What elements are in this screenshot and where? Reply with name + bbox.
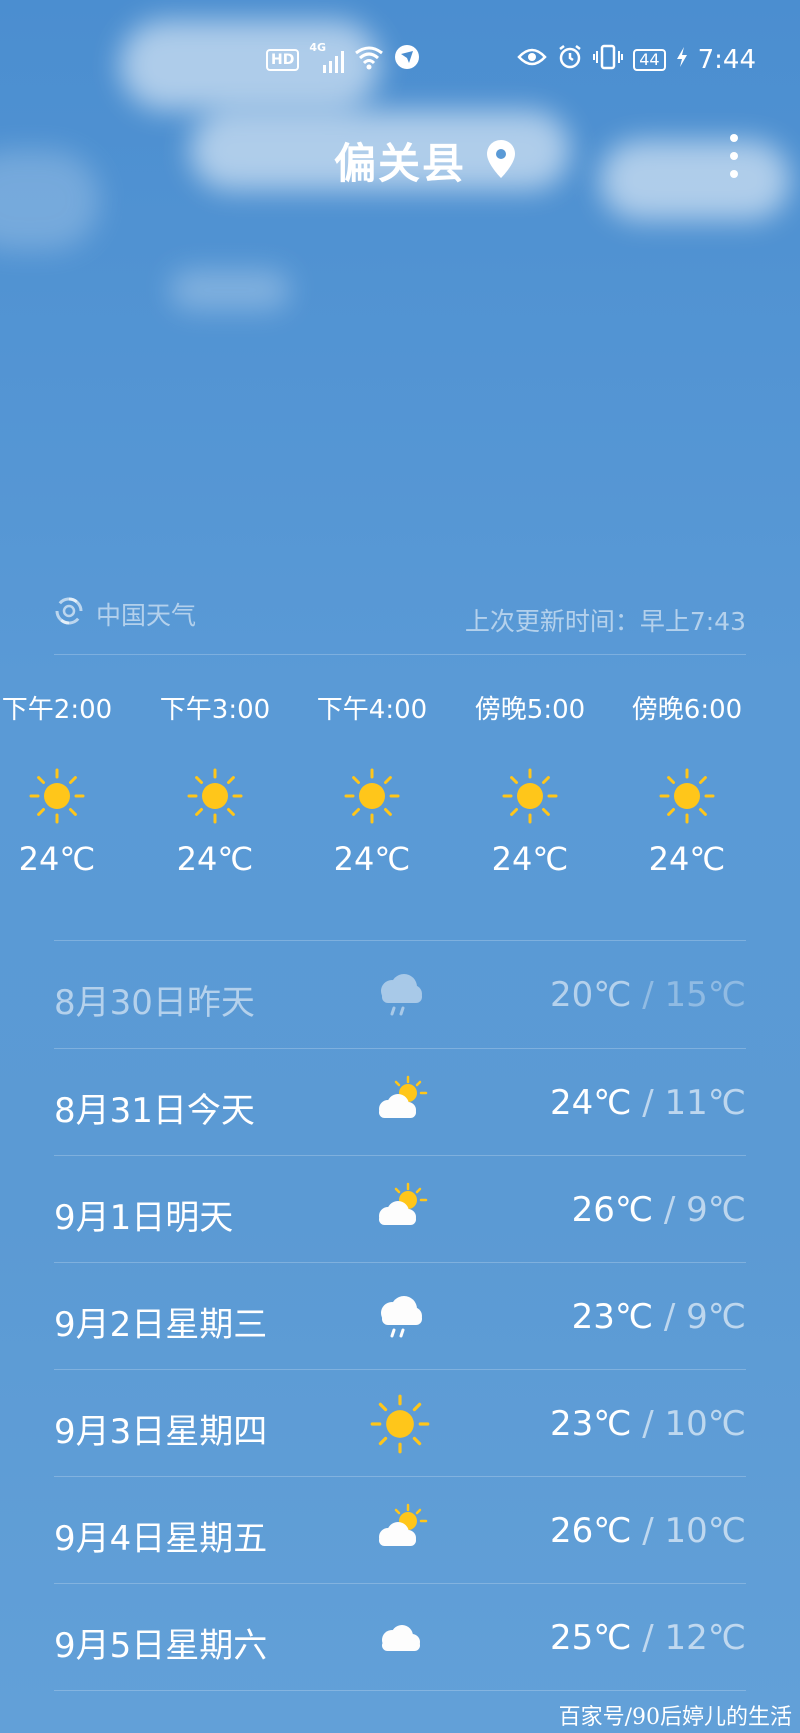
source-info: 中国天气 (54, 596, 196, 632)
hourly-time: 傍晚5:00 (474, 695, 586, 725)
day-low-temp: 10℃ (664, 1404, 746, 1444)
day-temp: 24℃ / 11℃ (550, 1083, 746, 1123)
day-low-temp: 12℃ (664, 1618, 746, 1658)
hourly-item: 傍晚5:00 24℃ (455, 690, 605, 878)
temp-separator: / (631, 1511, 665, 1551)
day-high-temp: 26℃ (571, 1190, 654, 1230)
day-low-temp: 11℃ (664, 1083, 746, 1123)
day-low-temp: 9℃ (686, 1297, 746, 1337)
day-label: 9月1日明天 (54, 1198, 234, 1238)
rain-cloud-icon (368, 1285, 432, 1349)
temp-separator: / (653, 1297, 687, 1337)
day-label: 9月2日星期三 (54, 1305, 268, 1345)
hourly-temp: 24℃ (648, 840, 726, 878)
city-name[interactable]: 偏关县 (334, 130, 466, 191)
divider (54, 1690, 746, 1691)
day-label: 8月30日昨天 (54, 983, 255, 1023)
hourly-time: 傍晚6:00 (631, 695, 743, 725)
status-bar: HD 4G 44 7:44 (0, 40, 800, 80)
signal-icon: 4G (309, 41, 345, 73)
battery-indicator: 44 (633, 49, 666, 71)
daily-row[interactable]: 9月4日星期五 26℃ / 10℃ (54, 1477, 746, 1584)
last-updated: 上次更新时间：早上7:43 (464, 607, 746, 636)
partly-cloudy-icon (368, 1499, 432, 1563)
daily-row[interactable]: 9月3日星期四 23℃ / 10℃ (54, 1370, 746, 1477)
sun-icon (27, 766, 87, 826)
app-notification-icon (394, 44, 420, 77)
hourly-time: 下午3:00 (159, 695, 271, 725)
charging-icon (676, 45, 688, 75)
temp-separator: / (631, 975, 665, 1015)
rain-cloud-icon (368, 963, 432, 1027)
hourly-item: 下午2:00 24℃ (0, 690, 132, 878)
alarm-icon (557, 44, 583, 77)
hourly-time: 下午2:00 (1, 695, 113, 725)
status-left: HD 4G (266, 40, 420, 80)
day-low-temp: 15℃ (664, 975, 746, 1015)
network-type: 4G (309, 41, 327, 54)
day-label: 9月5日星期六 (54, 1626, 268, 1666)
day-low-temp: 9℃ (686, 1190, 746, 1230)
wifi-icon (354, 44, 384, 77)
hourly-temp: 24℃ (333, 840, 411, 878)
hourly-item: 下午4:00 24℃ (297, 690, 447, 878)
header: 偏关县 (0, 130, 800, 190)
temp-separator: / (653, 1190, 687, 1230)
day-temp: 23℃ / 10℃ (550, 1404, 746, 1444)
hourly-temp: 24℃ (18, 840, 96, 878)
day-temp: 23℃ / 9℃ (572, 1297, 746, 1337)
day-temp: 26℃ / 9℃ (572, 1190, 746, 1230)
day-label: 8月31日今天 (54, 1091, 255, 1131)
day-high-temp: 24℃ (550, 1083, 632, 1123)
more-menu-icon[interactable] (724, 134, 744, 178)
sun-icon (342, 766, 402, 826)
watermark: 百家号/90后婷儿的生活 (558, 1705, 792, 1730)
day-high-temp: 25℃ (550, 1618, 632, 1658)
sun-icon (657, 766, 717, 826)
day-high-temp: 23℃ (571, 1297, 654, 1337)
cloud-icon (368, 1606, 432, 1670)
sun-icon (500, 766, 560, 826)
status-right: 44 7:44 (517, 40, 756, 80)
hd-badge: HD (266, 49, 300, 71)
daily-row[interactable]: 8月30日昨天 20℃ / 15℃ (54, 941, 746, 1048)
partly-cloudy-icon (368, 1071, 432, 1135)
daily-row[interactable]: 9月5日星期六 25℃ / 12℃ (54, 1584, 746, 1691)
hourly-item: 下午3:00 24℃ (140, 690, 290, 878)
day-high-temp: 20℃ (550, 975, 632, 1015)
hourly-item: 傍晚6:00 24℃ (612, 690, 762, 878)
hourly-temp: 24℃ (176, 840, 254, 878)
divider (54, 654, 746, 655)
eye-icon (517, 45, 547, 75)
day-label: 9月3日星期四 (54, 1412, 268, 1452)
day-label: 9月4日星期五 (54, 1519, 268, 1559)
hourly-forecast[interactable]: 下午2:00 24℃ 下午3:00 24℃ 下午4:00 24℃ 傍晚5:00 … (0, 690, 800, 910)
day-temp: 26℃ / 10℃ (550, 1511, 746, 1551)
source-name: 中国天气 (96, 601, 197, 630)
hourly-time: 下午4:00 (316, 695, 428, 725)
daily-row[interactable]: 9月1日明天 26℃ / 9℃ (54, 1156, 746, 1263)
day-high-temp: 23℃ (550, 1404, 632, 1444)
sun-icon (185, 766, 245, 826)
day-high-temp: 26℃ (550, 1511, 632, 1551)
city-selector[interactable]: 偏关县 (334, 130, 516, 191)
day-low-temp: 10℃ (664, 1511, 746, 1551)
temp-separator: / (631, 1404, 665, 1444)
weather-source-logo-icon (54, 596, 84, 632)
background-cloud (170, 270, 290, 310)
day-temp: 25℃ / 12℃ (550, 1618, 746, 1658)
location-pin-icon[interactable] (486, 139, 516, 183)
vibrate-icon (593, 44, 624, 77)
hourly-temp: 24℃ (491, 840, 569, 878)
day-temp: 20℃ / 15℃ (550, 975, 746, 1015)
clock: 7:44 (697, 45, 756, 75)
sun-icon (368, 1392, 432, 1456)
daily-row[interactable]: 8月31日今天 24℃ / 11℃ (54, 1049, 746, 1156)
temp-separator: / (631, 1618, 665, 1658)
source-row: 中国天气 上次更新时间：早上7:43 (54, 596, 746, 642)
daily-row[interactable]: 9月2日星期三 23℃ / 9℃ (54, 1263, 746, 1370)
temp-separator: / (631, 1083, 665, 1123)
partly-cloudy-icon (368, 1178, 432, 1242)
